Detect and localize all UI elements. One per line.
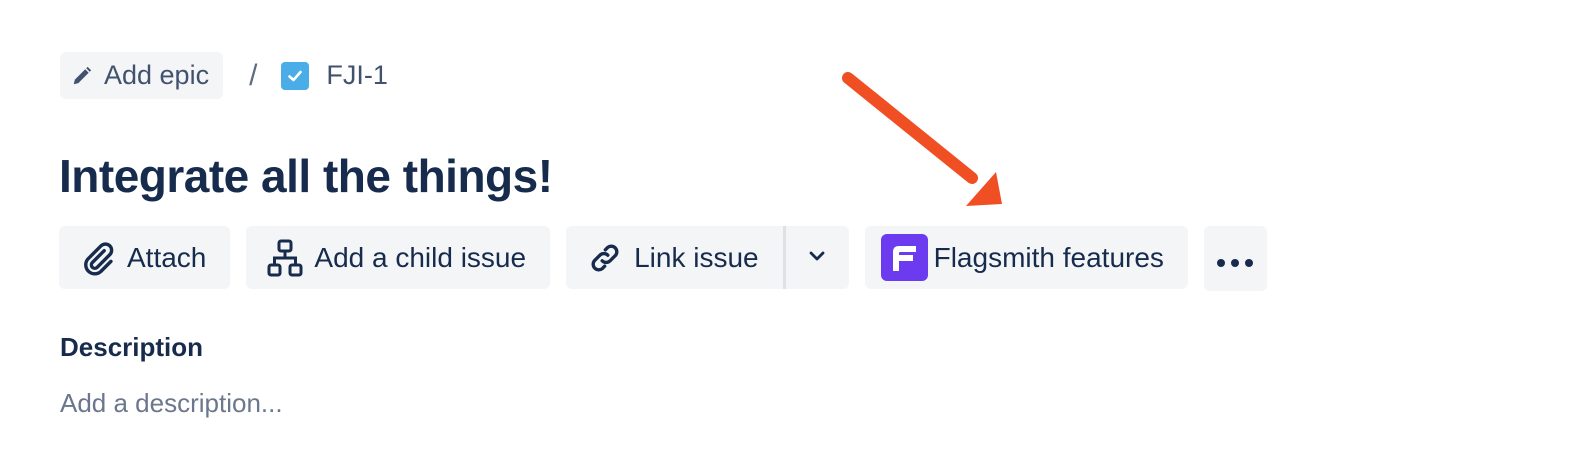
pencil-icon (70, 64, 94, 88)
flagsmith-features-button[interactable]: Flagsmith features (864, 226, 1188, 289)
issue-title[interactable]: Integrate all the things! (59, 148, 553, 204)
checkbox-icon (281, 61, 310, 90)
breadcrumb-separator: / (249, 58, 258, 92)
description-heading: Description (60, 332, 204, 362)
add-child-issue-label: Add a child issue (314, 241, 527, 273)
link-issue-dropdown-button[interactable] (785, 226, 849, 289)
chevron-down-icon (808, 249, 826, 267)
flagsmith-features-label: Flagsmith features (933, 241, 1164, 273)
paperclip-icon (79, 239, 117, 277)
attach-button[interactable]: Attach (59, 226, 231, 289)
breadcrumb: Add epic / FJI-1 (60, 52, 388, 99)
link-issue-label: Link issue (634, 241, 759, 273)
hierarchy-icon (266, 239, 304, 277)
link-issue-button[interactable]: Link issue (566, 226, 783, 289)
flagsmith-logo-icon (880, 234, 928, 281)
more-icon (1215, 243, 1255, 275)
issue-key-label: FJI-1 (326, 60, 388, 90)
issue-key-link[interactable]: FJI-1 (281, 60, 388, 91)
more-actions-button[interactable] (1203, 226, 1267, 291)
issue-toolbar: Attach Add a child issue Link issue Flag… (59, 226, 1267, 291)
link-issue-split-button: Link issue (566, 226, 849, 289)
attach-label: Attach (127, 241, 207, 273)
add-epic-label: Add epic (104, 60, 210, 90)
description-input[interactable]: Add a description... (60, 386, 283, 420)
add-child-issue-button[interactable]: Add a child issue (246, 226, 551, 289)
add-epic-button[interactable]: Add epic (60, 52, 224, 99)
link-icon (586, 239, 624, 277)
